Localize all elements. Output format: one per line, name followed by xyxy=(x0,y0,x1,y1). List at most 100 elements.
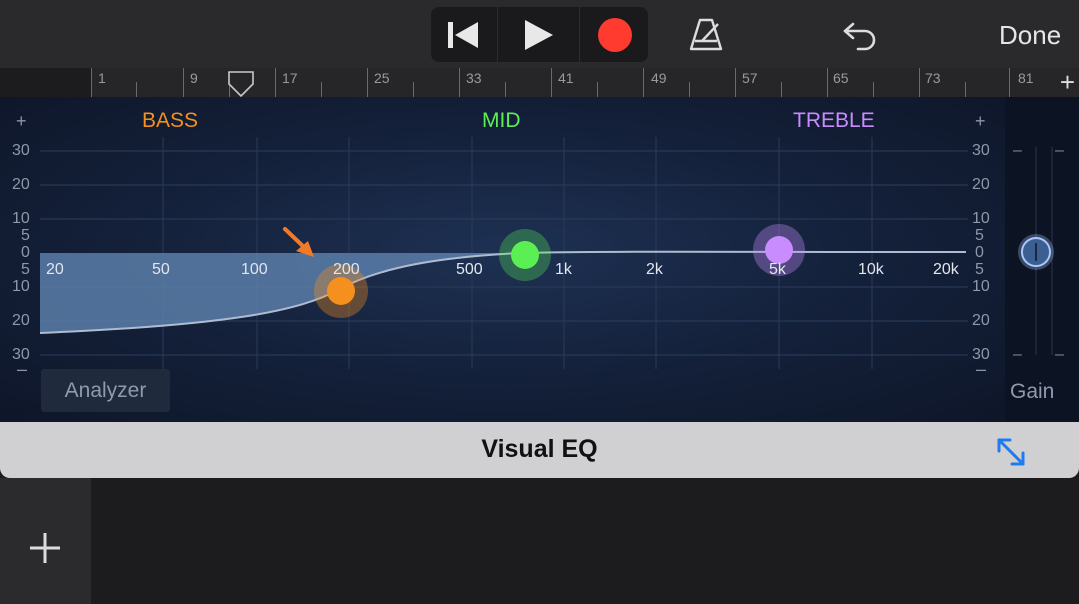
db-label: 30 xyxy=(972,346,990,363)
done-button[interactable]: Done xyxy=(999,20,1061,51)
ruler-bar-label: 41 xyxy=(558,70,574,86)
freq-label: 5k xyxy=(769,261,786,278)
ruler-bar-label: 17 xyxy=(282,70,298,86)
ruler-tick xyxy=(965,82,966,97)
gain-knob xyxy=(1018,234,1054,270)
ruler-tick xyxy=(91,68,92,97)
metronome-button[interactable] xyxy=(686,12,726,56)
ruler-tick xyxy=(827,68,828,97)
play-icon xyxy=(525,19,553,50)
db-label: 30 xyxy=(12,142,30,159)
ruler-tick xyxy=(183,68,184,97)
transport-controls xyxy=(431,7,648,62)
ruler-tick xyxy=(735,68,736,97)
eq-graph-area[interactable]: BASS MID TREBLE + + – – 30 20 10 5 0 5 1… xyxy=(0,97,1005,422)
freq-label: 2k xyxy=(646,261,663,278)
svg-text:–: – xyxy=(1013,346,1022,363)
ruler-bar-label: 73 xyxy=(925,70,941,86)
db-label: 5 xyxy=(975,227,984,244)
ruler-tick xyxy=(873,82,874,97)
db-label: 30 xyxy=(972,142,990,159)
db-label: 5 xyxy=(21,261,30,278)
ruler-bar-label: 1 xyxy=(98,70,106,86)
ruler-bar-label: 33 xyxy=(466,70,482,86)
freq-label: 100 xyxy=(241,261,268,278)
add-band-left-button[interactable]: + xyxy=(16,111,27,132)
db-label: 20 xyxy=(12,312,30,329)
svg-text:–: – xyxy=(1055,142,1064,159)
top-toolbar: Done xyxy=(0,0,1079,68)
db-label: 0 xyxy=(21,244,30,261)
ruler-tick xyxy=(551,68,552,97)
band-label-mid: MID xyxy=(482,109,521,132)
go-to-beginning-icon xyxy=(448,21,478,48)
db-label: 5 xyxy=(21,227,30,244)
ruler-bar-label: 57 xyxy=(742,70,758,86)
ruler-tick xyxy=(275,68,276,97)
freq-label: 50 xyxy=(152,261,170,278)
freq-label: 1k xyxy=(555,261,572,278)
db-label: 10 xyxy=(12,210,30,227)
ruler-bar-label: 9 xyxy=(190,70,198,86)
freq-label: 10k xyxy=(858,261,884,278)
ruler-tick xyxy=(643,68,644,97)
ruler-tick xyxy=(781,82,782,97)
ruler-bar-label: 49 xyxy=(651,70,667,86)
ruler-tick xyxy=(505,82,506,97)
mid-knob xyxy=(499,229,551,281)
ruler-tick xyxy=(367,68,368,97)
db-label: 20 xyxy=(972,312,990,329)
db-label: 10 xyxy=(972,278,990,295)
ruler-tick xyxy=(1009,68,1010,97)
ruler-bar-label: 81 xyxy=(1018,70,1034,86)
metronome-icon xyxy=(689,18,723,51)
add-band-right-button[interactable]: + xyxy=(975,111,986,132)
svg-text:–: – xyxy=(1055,346,1064,363)
freq-label: 500 xyxy=(456,261,483,278)
ruler-add-button[interactable]: + xyxy=(1060,68,1075,96)
expand-icon xyxy=(997,438,1025,466)
ruler-tick xyxy=(413,82,414,97)
plugin-title: Visual EQ xyxy=(481,435,598,463)
expand-button[interactable] xyxy=(990,431,1032,478)
gain-slider[interactable]: – – – – xyxy=(1005,97,1079,422)
ruler-tick xyxy=(321,82,322,97)
band-label-bass: BASS xyxy=(142,109,199,132)
record-icon xyxy=(597,17,632,52)
play-button[interactable] xyxy=(497,7,580,62)
ruler-tick xyxy=(597,82,598,97)
timeline-ruler[interactable]: 1 9 17 25 33 41 49 57 65 73 81 + xyxy=(91,68,1079,97)
analyzer-button[interactable]: Analyzer xyxy=(41,369,170,412)
playhead-marker[interactable] xyxy=(228,71,254,97)
visual-eq-panel: BASS MID TREBLE + + – – 30 20 10 5 0 5 1… xyxy=(0,97,1079,422)
db-label: 30 xyxy=(12,346,30,363)
ruler-tick xyxy=(689,82,690,97)
track-sidebar xyxy=(0,478,91,604)
svg-text:–: – xyxy=(1013,142,1022,159)
plugin-title-bar: Visual EQ xyxy=(0,422,1079,478)
band-label-treble: TREBLE xyxy=(793,109,875,132)
ruler-bar-label: 65 xyxy=(833,70,849,86)
ruler-tick xyxy=(136,82,137,97)
freq-label: 20 xyxy=(46,261,64,278)
db-label: 20 xyxy=(972,176,990,193)
ruler-bar-label: 25 xyxy=(374,70,390,86)
db-label: 10 xyxy=(12,278,30,295)
ruler-tick xyxy=(919,68,920,97)
freq-label: 20k xyxy=(933,261,959,278)
db-label: 0 xyxy=(975,244,984,261)
db-label: 20 xyxy=(12,176,30,193)
db-label: 5 xyxy=(975,261,984,278)
ruler-tick xyxy=(459,68,460,97)
go-to-beginning-button[interactable] xyxy=(431,7,497,62)
undo-button[interactable] xyxy=(840,12,880,56)
undo-icon xyxy=(843,22,876,51)
db-label: 10 xyxy=(972,210,990,227)
pointer-arrow-icon xyxy=(283,227,314,257)
plus-icon xyxy=(30,533,60,563)
add-track-button[interactable] xyxy=(28,531,62,570)
gain-label: Gain xyxy=(1010,380,1055,403)
gain-column: – – – – Gain xyxy=(1005,97,1079,422)
record-button[interactable] xyxy=(579,7,648,62)
freq-label: 200 xyxy=(333,261,360,278)
